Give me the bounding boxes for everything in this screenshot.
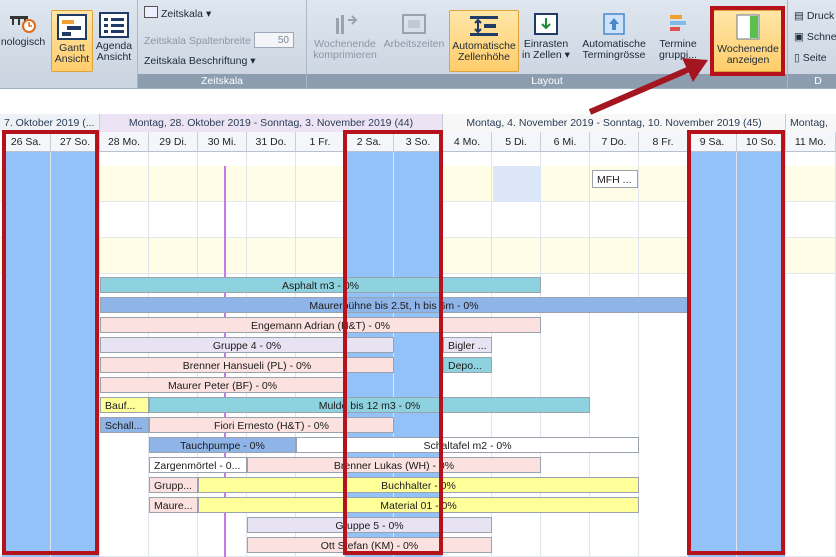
arrow-pointer-icon (588, 58, 708, 115)
